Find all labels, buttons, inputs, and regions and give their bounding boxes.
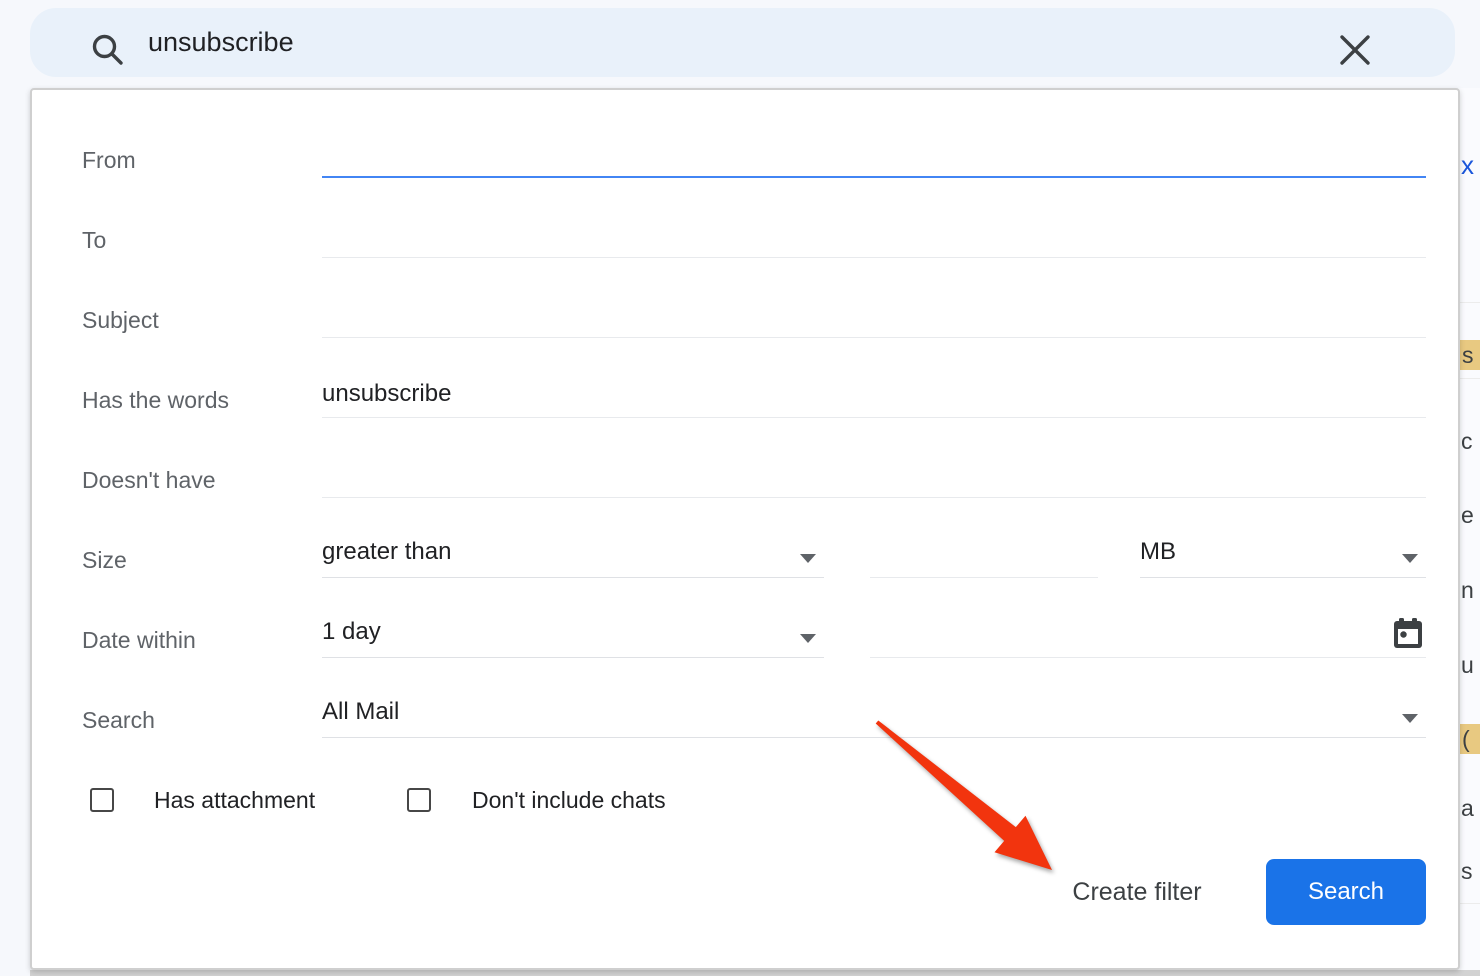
chevron-down-icon	[1402, 714, 1418, 723]
chevron-down-icon	[800, 634, 816, 643]
background-text-fragment: e	[1461, 500, 1480, 530]
background-text-fragment: x	[1461, 150, 1480, 180]
background-text-fragment: s	[1458, 340, 1480, 370]
doesnt-have-field[interactable]	[322, 452, 1426, 498]
exclude-chats-checkbox[interactable]	[407, 788, 431, 812]
date-field[interactable]	[870, 612, 1426, 658]
search-bar[interactable]	[30, 8, 1455, 77]
search-button[interactable]: Search	[1266, 859, 1426, 925]
search-scope-dropdown[interactable]: All Mail	[322, 692, 1426, 738]
doesnt-have-label: Doesn't have	[82, 463, 312, 497]
size-amount-field[interactable]	[870, 532, 1098, 578]
exclude-chats-label: Don't include chats	[472, 784, 666, 816]
size-operator-dropdown[interactable]: greater than	[322, 532, 824, 578]
search-scope-label: Search	[82, 703, 312, 737]
gmail-search-filter-screen: x s c e n u ( a s From	[0, 0, 1480, 976]
calendar-icon[interactable]	[1390, 615, 1426, 651]
search-scope-value: All Mail	[322, 698, 399, 725]
to-label: To	[82, 223, 312, 257]
page-bottom-edge	[30, 970, 1480, 976]
date-range-dropdown[interactable]: 1 day	[322, 612, 824, 658]
background-text-fragment: u	[1461, 650, 1480, 680]
search-input[interactable]	[148, 8, 1148, 77]
row-divider	[1458, 302, 1480, 303]
to-field[interactable]	[322, 212, 1426, 258]
from-field[interactable]	[322, 132, 1426, 178]
from-input[interactable]	[322, 132, 1426, 176]
search-filter-panel: From To Subject Has the words Doesn't ha…	[30, 88, 1460, 970]
search-icon	[90, 32, 126, 68]
to-input[interactable]	[322, 212, 1426, 256]
subject-label: Subject	[82, 303, 312, 337]
close-icon[interactable]	[1335, 30, 1375, 70]
date-input[interactable]	[870, 612, 1370, 656]
background-text-fragment: (	[1458, 724, 1480, 754]
from-label: From	[82, 143, 312, 177]
date-within-label: Date within	[82, 623, 312, 657]
row-divider	[1458, 378, 1480, 379]
background-text-fragment: s	[1461, 856, 1480, 886]
create-filter-button[interactable]: Create filter	[1047, 874, 1227, 910]
has-attachment-checkbox[interactable]	[90, 788, 114, 812]
subject-field[interactable]	[322, 292, 1426, 338]
background-text-fragment: n	[1461, 575, 1480, 605]
has-attachment-label: Has attachment	[154, 784, 315, 816]
size-amount-input[interactable]	[870, 532, 1098, 576]
has-words-input[interactable]	[322, 372, 1426, 416]
chevron-down-icon	[1402, 554, 1418, 563]
doesnt-have-input[interactable]	[322, 452, 1426, 496]
date-range-value: 1 day	[322, 618, 381, 645]
has-words-label: Has the words	[82, 383, 312, 417]
size-operator-value: greater than	[322, 538, 451, 565]
size-unit-dropdown[interactable]: MB	[1140, 532, 1426, 578]
has-words-field[interactable]	[322, 372, 1426, 418]
subject-input[interactable]	[322, 292, 1426, 336]
row-divider	[1458, 903, 1480, 904]
background-text-fragment: c	[1461, 426, 1480, 456]
background-text-fragment: a	[1461, 793, 1480, 823]
size-label: Size	[82, 543, 312, 577]
chevron-down-icon	[800, 554, 816, 563]
size-unit-value: MB	[1140, 538, 1176, 565]
background-email-list-sliver: x s c e n u ( a s	[1458, 88, 1480, 976]
